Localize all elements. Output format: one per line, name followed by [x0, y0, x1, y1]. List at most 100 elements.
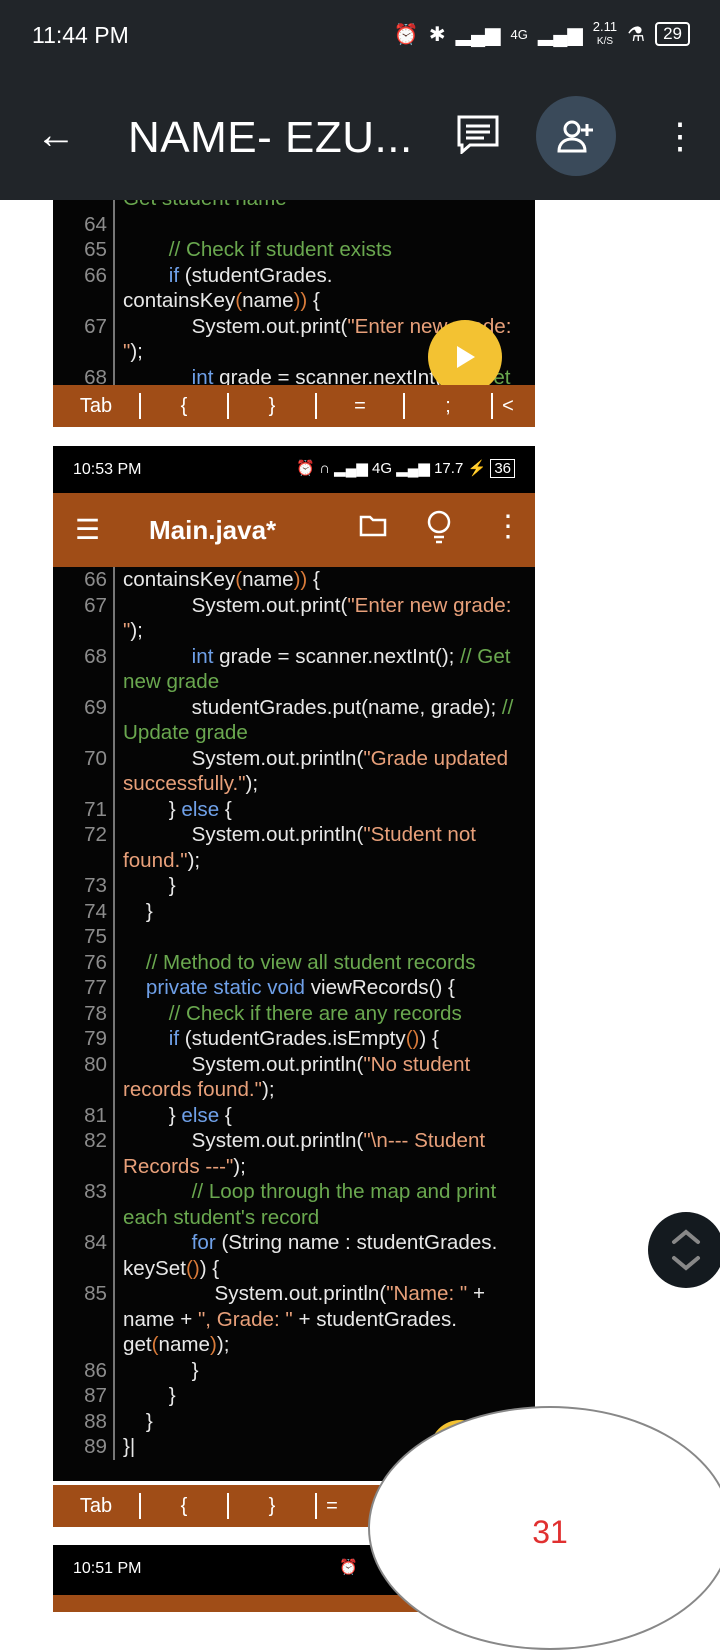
code-token: { [307, 289, 320, 312]
code-token: viewRecords() { [305, 976, 455, 999]
net-speed-value: 2.11 [592, 19, 618, 34]
file-name: Main.java* [149, 515, 277, 545]
gutter-divider [113, 1179, 115, 1205]
line-number: 74 [84, 899, 107, 923]
symbol-key[interactable]: = [317, 1493, 347, 1519]
code-token: }| [123, 1435, 136, 1458]
code-text: System.out.println("No student [123, 1052, 535, 1078]
gutter-divider [113, 1332, 115, 1358]
code-line: 85 System.out.println("Name: " + [53, 1281, 535, 1307]
code-token: System.out.println( [123, 1052, 364, 1076]
symbol-key[interactable]: = [317, 393, 405, 419]
code-token: ", Grade: " [197, 1307, 293, 1331]
code-token: name [158, 1333, 211, 1356]
line-number [53, 618, 107, 644]
code-view-2[interactable]: 66 containsKey(name)) {67 System.out.prin… [53, 567, 535, 1460]
back-arrow-icon[interactable]: ← [36, 110, 76, 160]
code-token: { [219, 797, 232, 821]
line-number [53, 720, 107, 746]
signal-icon: ▂▄▆ [455, 23, 501, 46]
code-token: "Grade updated [363, 746, 509, 770]
add-person-button[interactable] [536, 96, 616, 176]
code-line: containsKey(name)) { [53, 288, 535, 314]
alarm-icon-3: ⏰ [339, 1559, 358, 1576]
code-token: ); [245, 772, 259, 795]
folder-icon[interactable] [359, 515, 387, 537]
gutter-divider [113, 237, 115, 263]
code-token: // Check if there are any records [123, 1001, 462, 1025]
code-token: // Loop through the map and print [123, 1180, 497, 1203]
code-token: name [242, 568, 294, 591]
symbol-key[interactable]: < [493, 393, 523, 419]
line-number [53, 1332, 107, 1358]
code-text: System.out.println("Name: " + [123, 1281, 535, 1307]
gutter-divider [113, 975, 115, 1001]
code-text: } else { [123, 1103, 535, 1129]
code-text: new grade [123, 669, 535, 695]
gutter-divider [113, 745, 115, 771]
gutter-divider [113, 211, 115, 237]
code-text: } [123, 899, 535, 925]
gutter-divider [113, 1128, 115, 1154]
gutter-divider [113, 898, 115, 924]
line-number: 64 [84, 212, 107, 236]
line-number: 67 [84, 593, 107, 617]
code-token: Records ---" [123, 1154, 234, 1178]
page-title: NAME- EZU... [128, 113, 413, 162]
code-line: Get student name [53, 200, 535, 212]
line-number [53, 669, 107, 695]
page-number-bubble[interactable]: 31 [368, 1406, 720, 1650]
symbol-key[interactable]: Tab [53, 393, 141, 419]
code-token: } [123, 874, 176, 897]
line-number: 75 [84, 925, 107, 948]
code-text: Update grade [123, 720, 535, 746]
line-number [53, 1307, 107, 1333]
play-button[interactable] [428, 320, 502, 394]
lightbulb-icon[interactable] [425, 509, 453, 545]
battery-indicator: 29 [655, 22, 690, 46]
symbol-key[interactable]: } [229, 393, 317, 419]
editor-more-icon[interactable]: ⋮ [493, 509, 523, 544]
code-token: each student's record [123, 1205, 320, 1229]
line-number: 76 [84, 950, 107, 974]
code-token: studentGrades.put(name, grade); [123, 695, 502, 719]
gutter-divider [113, 1000, 115, 1026]
hamburger-menu-icon[interactable]: ☰ [75, 513, 100, 546]
code-token: "No student [363, 1052, 471, 1076]
gutter-divider [113, 1204, 115, 1230]
code-line: new grade [53, 669, 535, 695]
comment-icon[interactable] [456, 114, 500, 154]
line-number: 82 [84, 1129, 107, 1152]
gutter-divider [113, 873, 115, 899]
code-text: System.out.print("Enter new grade: [123, 593, 535, 619]
line-number [53, 339, 107, 365]
inner-battery: 36 [490, 459, 515, 478]
code-token: new grade [123, 670, 220, 693]
scroll-control[interactable] [648, 1212, 720, 1288]
code-line: 73 } [53, 873, 535, 899]
chevron-up-down-icon [672, 1229, 700, 1271]
symbol-key[interactable]: Tab [53, 1493, 141, 1519]
line-number: 67 [84, 314, 107, 338]
code-text: name + ", Grade: " + studentGrades. [123, 1307, 535, 1333]
symbol-key[interactable]: ; [405, 393, 493, 419]
code-line: 68 int grade = scanner.nextInt(); // Get [53, 643, 535, 669]
line-number: 86 [84, 1358, 107, 1382]
symbol-key[interactable]: { [141, 1493, 229, 1519]
gutter-divider [113, 567, 115, 593]
code-line: 81 } else { [53, 1102, 535, 1129]
code-text: found."); [123, 848, 535, 874]
symbol-key[interactable]: } [229, 1493, 317, 1519]
more-vert-icon[interactable]: ⋮ [662, 116, 698, 156]
line-number: 70 [84, 746, 107, 770]
symbol-key[interactable]: { [141, 393, 229, 419]
code-text: } [123, 873, 535, 899]
code-text: System.out.println("Grade updated [123, 746, 535, 772]
gutter-divider [113, 1408, 115, 1434]
code-token: // [501, 695, 514, 719]
gutter-divider [113, 1230, 115, 1256]
line-number: 85 [84, 1282, 107, 1305]
